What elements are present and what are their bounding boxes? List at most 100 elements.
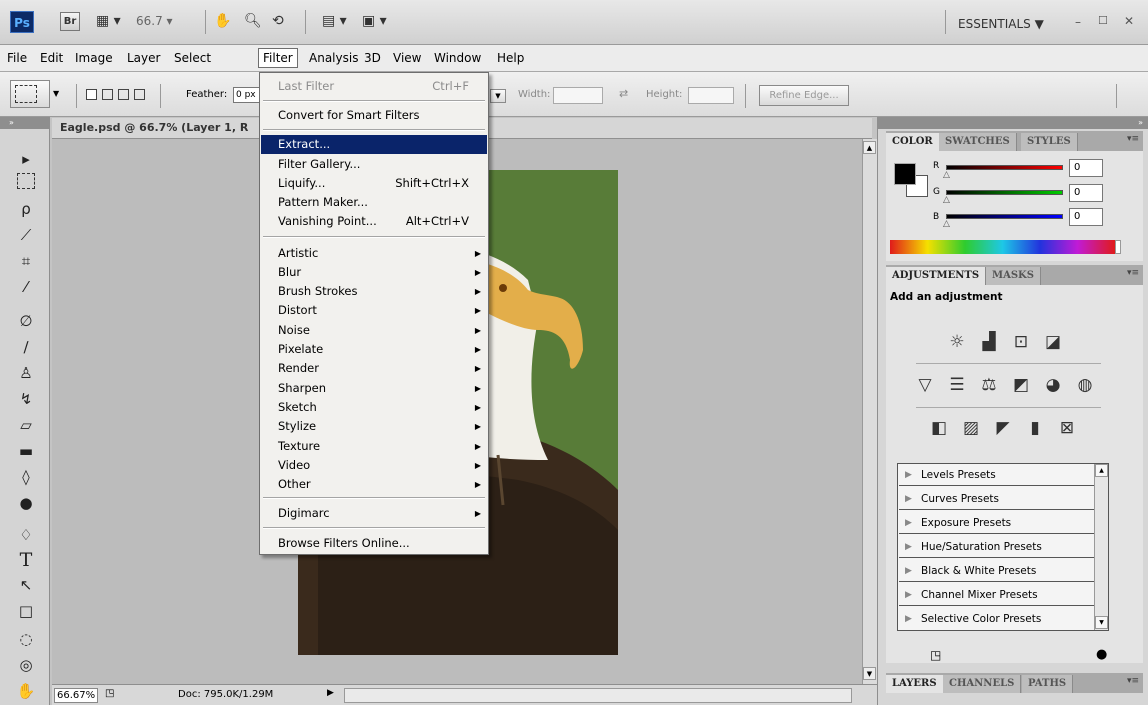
quick-selection-tool-icon[interactable]: ⟋: [14, 225, 38, 245]
clip-to-layer-icon[interactable]: ◳: [930, 648, 941, 662]
gradient-map-icon[interactable]: ▮: [1022, 416, 1048, 440]
menu-item-texture[interactable]: Texture ▶: [261, 437, 487, 456]
screen-mode-icon[interactable]: ▣ ▾: [362, 10, 387, 32]
green-value-input[interactable]: 0: [1069, 184, 1103, 202]
swap-icon[interactable]: ⇄: [619, 87, 628, 100]
status-menu-arrow[interactable]: ▶: [327, 688, 334, 698]
crop-tool-icon[interactable]: ⌗: [14, 251, 38, 271]
menu-item-blur[interactable]: Blur ▶: [261, 263, 487, 282]
color-balance-icon[interactable]: ⚖: [976, 373, 1002, 397]
levels-icon[interactable]: ▟: [976, 330, 1002, 354]
menu-item-stylize[interactable]: Stylize ▶: [261, 417, 487, 436]
scroll-down-arrow[interactable]: ▼: [863, 667, 876, 680]
intersect-selection-icon[interactable]: [134, 89, 145, 100]
status-info-icon[interactable]: ◳: [105, 688, 114, 699]
preset-selective-color[interactable]: ▶ Selective Color Presets: [899, 608, 1107, 630]
photo-filter-icon[interactable]: ◕: [1040, 373, 1066, 397]
slider-thumb-icon[interactable]: △: [943, 195, 950, 205]
menu-item-pixelate[interactable]: Pixelate ▶: [261, 340, 487, 359]
menu-layer[interactable]: Layer: [127, 51, 160, 65]
eraser-tool-icon[interactable]: ▱: [14, 415, 38, 435]
hand-icon[interactable]: ✋: [214, 10, 231, 32]
scroll-up-arrow[interactable]: ▲: [1095, 464, 1108, 477]
preset-hue-saturation[interactable]: ▶ Hue/Saturation Presets: [899, 536, 1107, 558]
hue-saturation-icon[interactable]: ☰: [944, 373, 970, 397]
visibility-icon[interactable]: ●: [1096, 647, 1107, 662]
subtract-selection-icon[interactable]: [118, 89, 129, 100]
workspace-switcher[interactable]: ESSENTIALS ▼: [958, 17, 1044, 31]
menu-item-render[interactable]: Render ▶: [261, 359, 487, 378]
width-input[interactable]: [553, 87, 603, 104]
history-brush-tool-icon[interactable]: ↯: [14, 389, 38, 409]
feather-input[interactable]: 0 px: [233, 87, 261, 103]
slider-thumb-icon[interactable]: △: [943, 170, 950, 180]
path-selection-tool-icon[interactable]: ↖: [14, 575, 38, 595]
add-to-selection-icon[interactable]: [102, 89, 113, 100]
blue-slider[interactable]: [946, 214, 1063, 219]
preset-black-white[interactable]: ▶ Black & White Presets: [899, 560, 1107, 582]
menu-item-other[interactable]: Other ▶: [261, 475, 487, 494]
close-button[interactable]: ✕: [1124, 14, 1134, 28]
maximize-button[interactable]: ☐: [1098, 14, 1108, 27]
arrange-documents-icon[interactable]: ▤ ▾: [322, 10, 347, 32]
zoom-level-dropdown[interactable]: 66.7 ▾: [136, 10, 173, 32]
menu-view[interactable]: View: [393, 51, 421, 65]
height-input[interactable]: [688, 87, 734, 104]
brightness-contrast-icon[interactable]: ☼: [944, 330, 970, 354]
selective-color-icon[interactable]: ⊠: [1054, 416, 1080, 440]
menu-item-liquify[interactable]: Liquify... Shift+Ctrl+X: [261, 174, 487, 193]
vertical-scrollbar[interactable]: ▲ ▼: [862, 139, 877, 684]
scroll-up-arrow[interactable]: ▲: [863, 141, 876, 154]
vibrance-icon[interactable]: ▽: [912, 373, 938, 397]
exposure-icon[interactable]: ◪: [1040, 330, 1066, 354]
zoom-icon[interactable]: 🔍︎: [244, 10, 262, 32]
presets-scrollbar[interactable]: ▲ ▼: [1094, 464, 1108, 630]
refine-edge-button[interactable]: Refine Edge...: [759, 85, 849, 106]
menu-3d[interactable]: 3D: [364, 51, 381, 65]
brush-tool-icon[interactable]: ∕: [14, 337, 38, 357]
menu-item-pattern-maker[interactable]: Pattern Maker...: [261, 193, 487, 212]
menu-filter[interactable]: Filter: [258, 48, 298, 68]
menu-item-distort[interactable]: Distort ▶: [261, 301, 487, 320]
menu-item-convert-smart-filters[interactable]: Convert for Smart Filters: [261, 106, 487, 125]
eyedropper-tool-icon[interactable]: ⁄: [14, 277, 38, 297]
menu-analysis[interactable]: Analysis: [309, 51, 358, 65]
preset-channel-mixer[interactable]: ▶ Channel Mixer Presets: [899, 584, 1107, 606]
menu-item-extract[interactable]: Extract...: [261, 135, 487, 154]
rotate-view-icon[interactable]: ⟲: [272, 10, 284, 32]
tab-layers[interactable]: LAYERS: [886, 675, 944, 693]
scroll-down-arrow[interactable]: ▼: [1095, 616, 1108, 629]
photoshop-logo[interactable]: Ps: [10, 11, 34, 33]
tab-styles[interactable]: STYLES: [1021, 133, 1078, 151]
tab-paths[interactable]: PATHS: [1022, 675, 1074, 693]
green-slider[interactable]: [946, 190, 1063, 195]
blue-value-input[interactable]: 0: [1069, 208, 1103, 226]
lasso-tool-icon[interactable]: ρ: [14, 199, 38, 219]
menu-item-digimarc[interactable]: Digimarc ▶: [261, 504, 487, 523]
menu-image[interactable]: Image: [75, 51, 113, 65]
red-value-input[interactable]: 0: [1069, 159, 1103, 177]
collapse-panels-icon[interactable]: »: [878, 117, 1148, 129]
menu-item-video[interactable]: Video ▶: [261, 456, 487, 475]
tab-swatches[interactable]: SWATCHES: [939, 133, 1017, 151]
channel-mixer-icon[interactable]: ◍: [1072, 373, 1098, 397]
type-tool-icon[interactable]: T: [14, 550, 38, 570]
menu-item-artistic[interactable]: Artistic ▶: [261, 244, 487, 263]
marquee-tool-icon[interactable]: [17, 173, 35, 189]
tab-channels[interactable]: CHANNELS: [943, 675, 1022, 693]
new-selection-icon[interactable]: [86, 89, 97, 100]
move-tool-icon[interactable]: ▸: [14, 149, 38, 169]
panel-menu-icon[interactable]: ▾≡: [1127, 134, 1139, 144]
menu-item-browse-filters-online[interactable]: Browse Filters Online...: [261, 534, 487, 553]
posterize-icon[interactable]: ▨: [958, 416, 984, 440]
menu-edit[interactable]: Edit: [40, 51, 63, 65]
clone-stamp-tool-icon[interactable]: ♙: [14, 363, 38, 383]
red-slider[interactable]: [946, 165, 1063, 170]
menu-item-vanishing-point[interactable]: Vanishing Point... Alt+Ctrl+V: [261, 212, 487, 231]
tab-masks[interactable]: MASKS: [986, 267, 1041, 285]
white-swatch[interactable]: [1115, 240, 1121, 254]
shape-tool-icon[interactable]: □: [14, 601, 38, 621]
menu-help[interactable]: Help: [497, 51, 524, 65]
foreground-color-swatch[interactable]: [894, 163, 916, 185]
dodge-tool-icon[interactable]: ●: [14, 493, 38, 513]
